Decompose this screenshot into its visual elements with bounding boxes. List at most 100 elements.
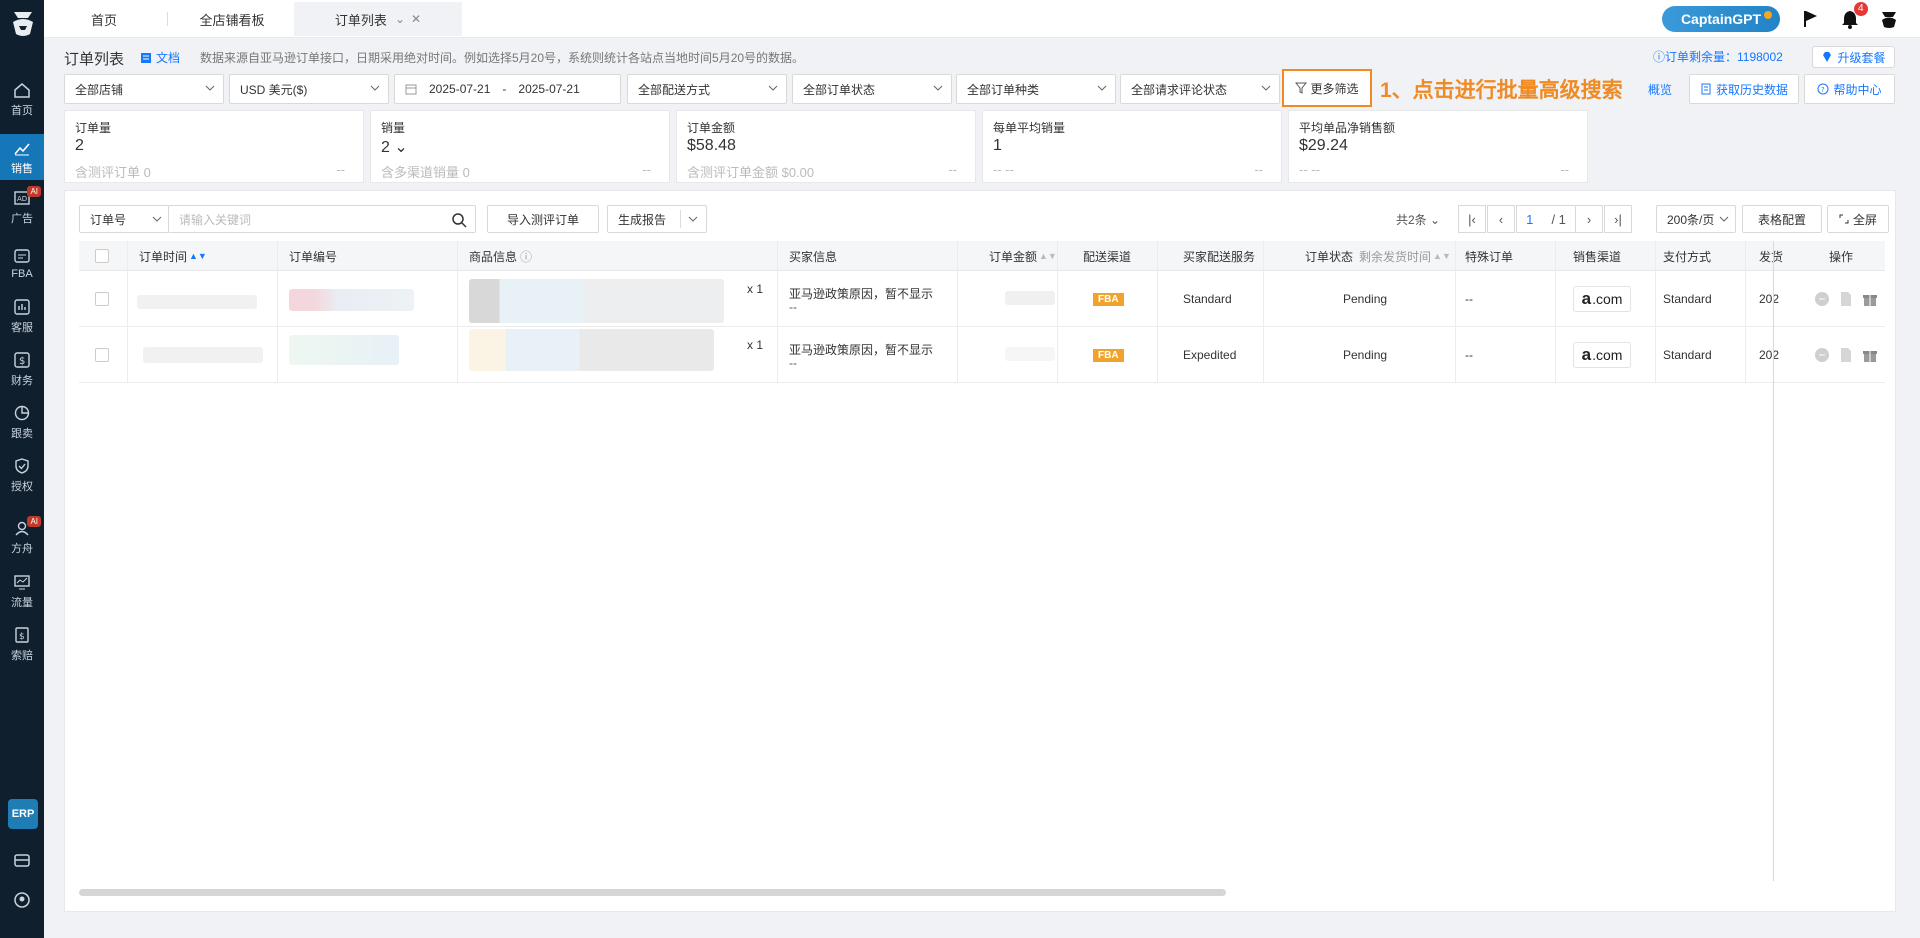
sidebar-item-sales[interactable]: 销售: [0, 134, 44, 180]
data-notice: 数据来源自亚马逊订单接口，日期采用绝对时间。例如选择5月20号，系统则统计各站点…: [200, 51, 805, 65]
sidebar-item-follow[interactable]: 跟卖: [0, 399, 44, 445]
redacted-amount: [1005, 347, 1055, 361]
col-status[interactable]: 订单状态 剩余发货时间 ▲▼: [1305, 241, 1451, 271]
chat-icon[interactable]: [1814, 347, 1830, 363]
date-range-picker[interactable]: 2025-07-21 - 2025-07-21: [394, 74, 621, 104]
column-divider: [127, 241, 128, 383]
chevron-down-icon: [152, 216, 162, 222]
buyer-info-extra: --: [789, 356, 797, 370]
sidebar-item-ads[interactable]: AI AD 广告: [0, 184, 44, 230]
overview-button[interactable]: 概览: [1636, 74, 1684, 104]
sidebar-item-claim[interactable]: $ 索赔: [0, 621, 44, 667]
total-count[interactable]: 共2条 ⌄: [1396, 211, 1440, 228]
row-checkbox[interactable]: [95, 271, 109, 327]
prev-page-button[interactable]: ‹: [1487, 205, 1515, 233]
page-size-select[interactable]: 200条/页: [1656, 205, 1736, 233]
claim-icon: $: [15, 626, 29, 643]
order-type-select[interactable]: 全部订单种类: [956, 74, 1116, 104]
chat-icon[interactable]: [1814, 291, 1830, 307]
search-input[interactable]: 请输入关键词: [168, 205, 476, 233]
currency-select[interactable]: USD 美元($): [229, 74, 389, 104]
current-page[interactable]: 1: [1526, 212, 1533, 227]
tab-dashboard[interactable]: 全店铺看板: [172, 2, 292, 36]
buyer-info: 亚马逊政策原因，暂不显示: [789, 342, 934, 357]
date-end[interactable]: 2025-07-21: [518, 82, 579, 96]
sort-icon[interactable]: ▲▼: [189, 251, 207, 261]
close-icon[interactable]: ✕: [411, 12, 421, 26]
upgrade-button[interactable]: 升级套餐: [1812, 46, 1895, 68]
sort-icon[interactable]: ▲▼: [1039, 251, 1057, 261]
chevron-down-icon[interactable]: ⌄: [395, 12, 405, 26]
date-start[interactable]: 2025-07-21: [429, 82, 490, 96]
total-label: 共2条: [1396, 213, 1427, 227]
sidebar-item-label: 客服: [11, 321, 33, 334]
avatar-icon[interactable]: [1878, 8, 1900, 30]
horizontal-scrollbar[interactable]: [79, 889, 1226, 896]
col-amount[interactable]: 订单金额 ▲▼: [989, 241, 1057, 271]
logo-icon[interactable]: [8, 8, 38, 40]
tab-label: 首页: [90, 12, 117, 28]
row-checkbox[interactable]: [95, 327, 109, 383]
store-icon[interactable]: [13, 851, 31, 869]
generate-report-button[interactable]: 生成报告: [607, 205, 707, 233]
buyer-info: 亚马逊政策原因，暂不显示: [789, 286, 934, 301]
col-order-time[interactable]: 订单时间 ▲▼: [139, 241, 207, 271]
sidebar-item-finance[interactable]: $ 财务: [0, 346, 44, 392]
review-status-select[interactable]: 全部请求评论状态: [1120, 74, 1280, 104]
order-status-value: 全部订单状态: [803, 82, 876, 97]
delivery-select[interactable]: 全部配送方式: [627, 74, 787, 104]
tab-home[interactable]: 首页: [44, 2, 164, 36]
table-config-label: 表格配置: [1757, 212, 1806, 227]
sidebar-item-traffic[interactable]: 流量: [0, 568, 44, 614]
import-test-orders-button[interactable]: 导入测评订单: [487, 205, 599, 233]
store-select[interactable]: 全部店铺: [64, 74, 224, 104]
flag-icon[interactable]: [1800, 8, 1822, 30]
stat-card-orders: 订单量 2 含测评订单 0 --: [64, 110, 364, 183]
page-input[interactable]: 1 / 1: [1516, 205, 1576, 233]
gift-icon[interactable]: [1862, 347, 1878, 363]
fetch-history-button[interactable]: 获取历史数据: [1689, 74, 1799, 104]
table-row[interactable]: x 1 亚马逊政策原因，暂不显示 -- FBA Standard Pending…: [79, 271, 1885, 327]
tab-order-list[interactable]: 订单列表 ⌄ ✕: [294, 2, 462, 36]
more-filters-button[interactable]: 更多筛选: [1282, 69, 1372, 107]
table-config-button[interactable]: 表格配置: [1742, 205, 1822, 233]
captaingpt-button[interactable]: CaptainGPT: [1662, 6, 1780, 32]
document-icon[interactable]: [1838, 291, 1854, 307]
next-page-button[interactable]: ›: [1575, 205, 1603, 233]
sidebar-item-auth[interactable]: 授权: [0, 452, 44, 498]
help-icon[interactable]: ⓘ: [520, 248, 532, 265]
sidebar-item-fba[interactable]: FBA: [0, 240, 44, 286]
user-circle-icon[interactable]: [13, 891, 31, 909]
sidebar-item-service[interactable]: 客服: [0, 293, 44, 339]
search-field-select[interactable]: 订单号: [79, 205, 169, 233]
last-page-button[interactable]: ›|: [1604, 205, 1632, 233]
gift-icon[interactable]: [1862, 291, 1878, 307]
stat-card-sales: 销量 2 ⌄ 含多渠道销量 0 --: [370, 110, 670, 183]
stat-value[interactable]: 2 ⌄: [381, 137, 408, 157]
finance-icon: $: [14, 351, 30, 368]
column-divider: [277, 241, 278, 383]
fixed-column-divider: [1773, 241, 1774, 881]
sidebar-item-ark[interactable]: AI 方舟: [0, 514, 44, 560]
table-row[interactable]: x 1 亚马逊政策原因，暂不显示 -- FBA Expedited Pendin…: [79, 327, 1885, 383]
col-ship: 发货: [1759, 241, 1783, 271]
order-status-select[interactable]: 全部订单状态: [792, 74, 952, 104]
column-divider: [1157, 241, 1158, 383]
chevron-down-icon: [1261, 85, 1271, 91]
stat-sub: 含测评订单 0: [75, 165, 151, 180]
stat-label: 平均单品净销售额: [1299, 121, 1396, 135]
sort-icon[interactable]: ▲▼: [1433, 251, 1451, 261]
erp-button[interactable]: ERP: [8, 799, 38, 829]
first-page-button[interactable]: |‹: [1458, 205, 1486, 233]
redacted-order-no: [289, 289, 414, 311]
help-center-button[interactable]: ? 帮助中心: [1804, 74, 1895, 104]
sidebar-item-label: 授权: [11, 480, 33, 493]
chevron-down-icon[interactable]: [688, 214, 698, 224]
search-icon[interactable]: [451, 212, 467, 228]
select-all-checkbox[interactable]: [95, 241, 109, 271]
doc-link[interactable]: 文档: [140, 49, 180, 66]
sidebar-item-home[interactable]: 首页: [0, 76, 44, 122]
document-icon[interactable]: [1838, 347, 1854, 363]
col-special: 特殊订单: [1465, 241, 1513, 271]
fullscreen-button[interactable]: 全屏: [1827, 205, 1889, 233]
